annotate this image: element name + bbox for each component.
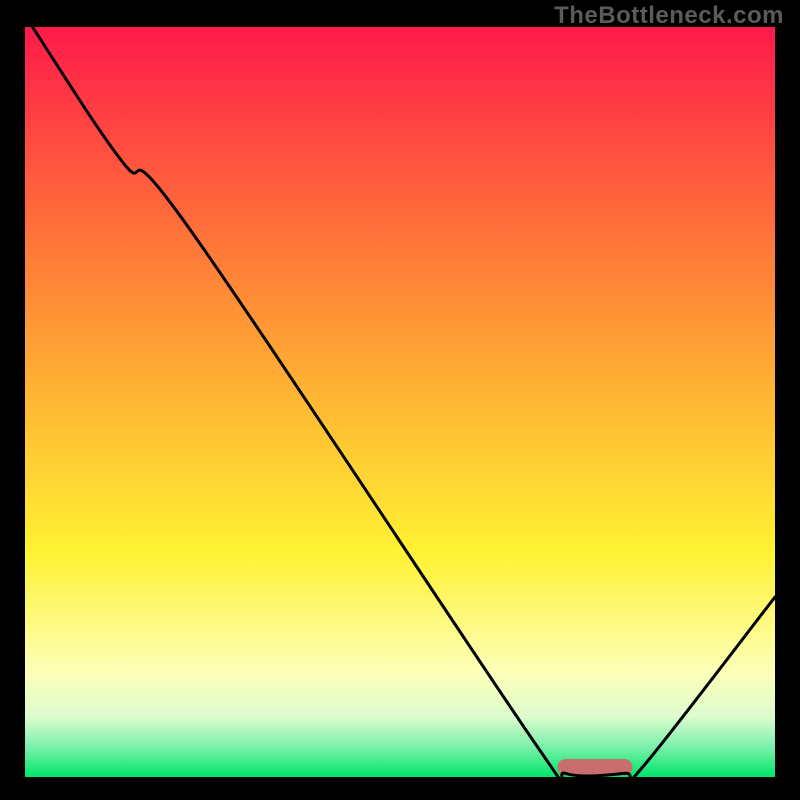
- plot-area: [25, 27, 775, 777]
- gradient-background: [25, 27, 775, 777]
- chart-svg: [25, 27, 775, 777]
- watermark-text: TheBottleneck.com: [554, 2, 784, 30]
- chart-frame: TheBottleneck.com: [0, 0, 800, 800]
